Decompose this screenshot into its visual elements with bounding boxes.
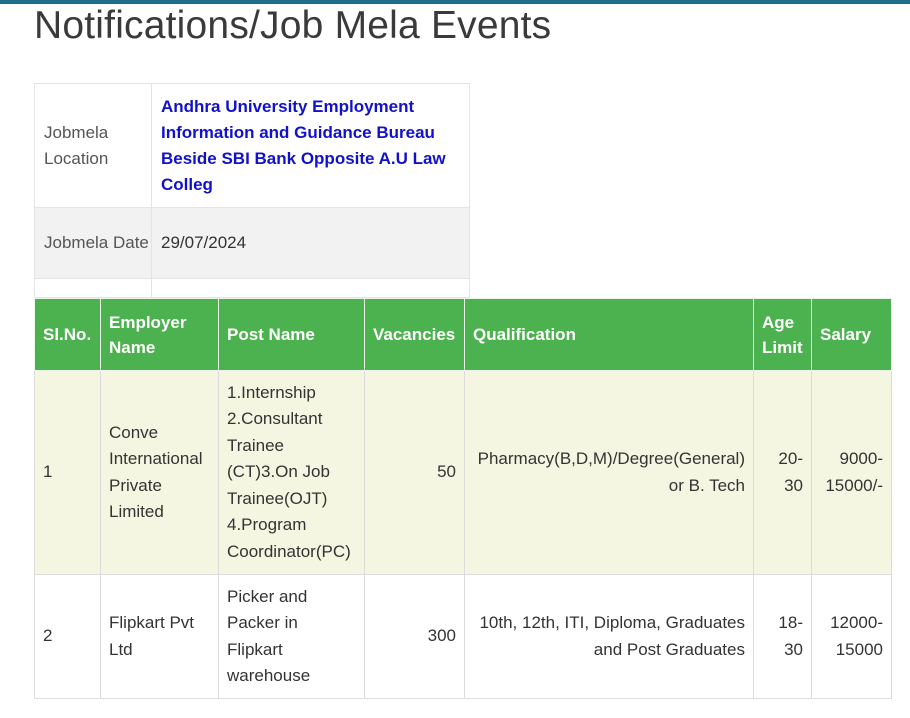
header-post-name: Post Name (218, 298, 365, 371)
cell-age-limit: 18-30 (753, 574, 812, 699)
cell-sl-no: 1 (34, 370, 101, 575)
job-listings-table: Sl.No. Employer Name Post Name Vacancies… (34, 298, 892, 699)
table-row: 2 Flipkart Pvt Ltd Picker and Packer in … (34, 574, 892, 699)
cell-sl-no: 2 (34, 574, 101, 699)
header-vacancies: Vacancies (364, 298, 465, 371)
post-line: 1.Internship (227, 382, 316, 402)
post-line: Picker and Packer in Flipkart warehouse (227, 586, 311, 686)
empty-cell (34, 278, 152, 298)
cell-vacancies: 50 (364, 370, 465, 575)
cell-salary: 9000-15000/- (811, 370, 892, 575)
post-line: 4.Program Coordinator(PC) (227, 515, 351, 561)
cell-age-limit: 20-30 (753, 370, 812, 575)
header-qualification: Qualification (464, 298, 754, 371)
info-row-date: Jobmela Date 29/07/2024 (34, 207, 470, 279)
table-row: 1 Conve International Private Limited 1.… (34, 370, 892, 575)
header-salary: Salary (811, 298, 892, 371)
cell-post: 1.Internship 2.Consultant Trainee (CT)3.… (218, 370, 365, 575)
cell-vacancies: 300 (364, 574, 465, 699)
info-row-empty (34, 278, 470, 298)
header-age-limit: Age Limit (753, 298, 812, 371)
cell-post: Picker and Packer in Flipkart warehouse (218, 574, 365, 699)
header-sl-no: Sl.No. (34, 298, 101, 371)
header-employer-name: Employer Name (100, 298, 219, 371)
info-row-location: Jobmela Location Andhra University Emplo… (34, 83, 470, 208)
empty-cell (151, 278, 470, 298)
location-value-cell: Andhra University Employment Information… (151, 83, 470, 208)
cell-salary: 12000-15000 (811, 574, 892, 699)
cell-qualification: 10th, 12th, ITI, Diploma, Graduates and … (464, 574, 754, 699)
page-title: Notifications/Job Mela Events (34, 4, 552, 47)
location-value: Andhra University Employment Information… (161, 96, 446, 194)
cell-qualification: Pharmacy(B,D,M)/Degree(General) or B. Te… (464, 370, 754, 575)
date-label: Jobmela Date (34, 207, 152, 279)
cell-employer: Conve International Private Limited (100, 370, 219, 575)
cell-employer: Flipkart Pvt Ltd (100, 574, 219, 699)
jobmela-info-table: Jobmela Location Andhra University Emplo… (34, 83, 470, 298)
date-value: 29/07/2024 (151, 207, 470, 279)
location-label: Jobmela Location (34, 83, 152, 208)
post-line: 2.Consultant Trainee (CT)3.On Job Traine… (227, 409, 330, 508)
table-header-row: Sl.No. Employer Name Post Name Vacancies… (34, 298, 892, 371)
